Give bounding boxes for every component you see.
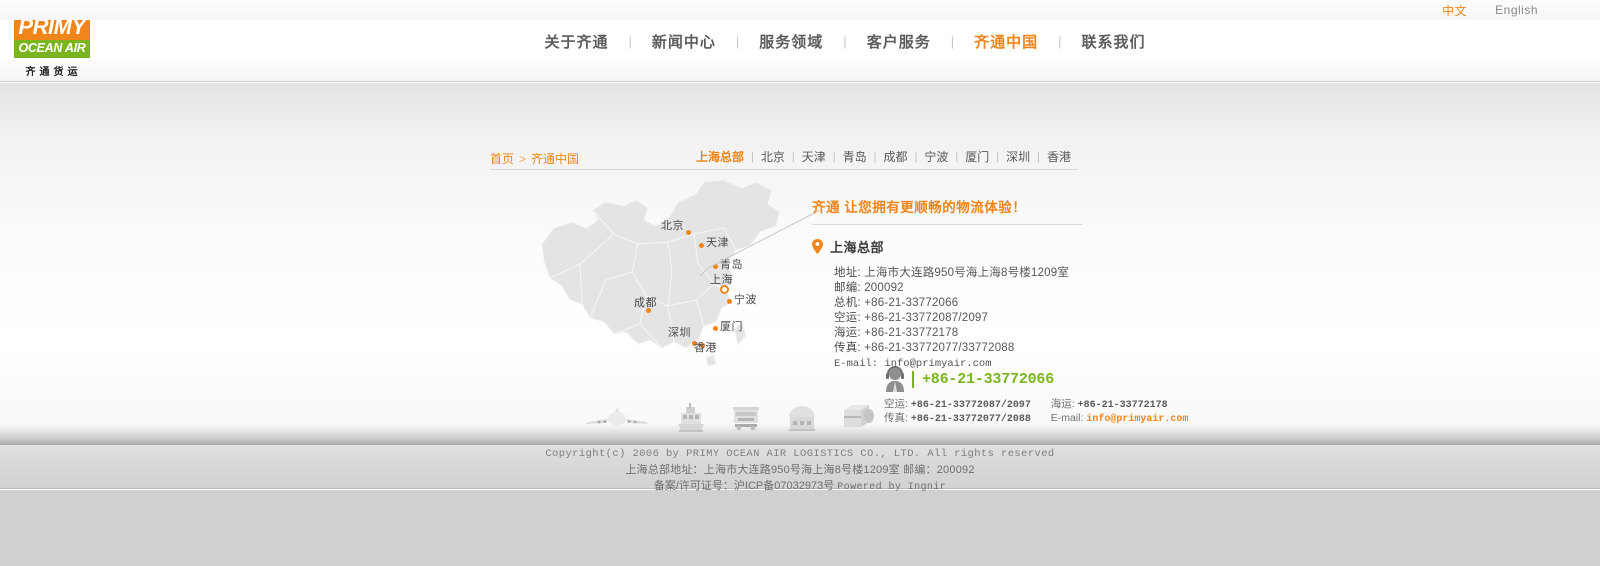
office-row-postcode-value: 200092 — [864, 282, 904, 294]
slogan-text: 齐通 让您拥有更顺畅的物流体验！ — [812, 196, 1082, 225]
language-bar: 中文 English — [0, 0, 1600, 20]
city-tab-xiamen[interactable]: 厦门 — [958, 148, 996, 165]
hotline-row-fax-email: 传真: +86-21-33772077/2088 E-mail: info@pr… — [884, 412, 1188, 426]
office-row-switchboard-value: +86-21-33772066 — [864, 297, 959, 309]
city-tab-shenzhen[interactable]: 深圳 — [999, 148, 1037, 165]
page-root: PRIMY OCEAN AIR 齐通货运 关于齐通 | 新闻中心 | 服务领域 … — [0, 0, 1600, 566]
hotline-row-air-sea: 空运: +86-21-33772087/2097 海运: +86-21-3377… — [884, 398, 1168, 412]
city-tab-hongkong[interactable]: 香港 — [1040, 148, 1078, 165]
office-info-panel: 齐通 让您拥有更顺畅的物流体验！ 上海总部 地址: 上海市大连路950号海上海8… — [812, 196, 1082, 372]
warehouse-icon — [788, 406, 815, 431]
office-row-sea-value: +86-21-33772178 — [864, 327, 959, 339]
map-marker-tianjin[interactable] — [699, 243, 704, 248]
nav-separator: | — [735, 33, 740, 49]
location-pin-icon — [812, 239, 823, 254]
nav-item-news[interactable]: 新闻中心 — [638, 31, 730, 52]
footer: Copyright(c) 2006 by PRIMY OCEAN AIR LOG… — [0, 446, 1600, 496]
city-tab-beijing[interactable]: 北京 — [754, 148, 792, 165]
hotline-fax-value: +86-21-33772077/2088 — [910, 414, 1031, 425]
city-tab-shanghai-hq[interactable]: 上海总部 — [689, 148, 751, 165]
map-marker-beijing[interactable] — [686, 230, 691, 235]
hotline-block: +86-21-33772066 空运: +86-21-33772087/2097… — [884, 366, 1188, 426]
hotline-fax-label: 传真: — [884, 412, 908, 424]
subnav-bar: 首页 > 齐通中国 上海总部 | 北京 | 天津 | 青岛 | 成都 | 宁波 | 厦门 | 深圳… — [490, 148, 1078, 170]
map-label-qingdao: 青岛 — [720, 259, 743, 271]
breadcrumb-separator: > — [519, 152, 527, 166]
nav-item-primy-china[interactable]: 齐通中国 — [960, 31, 1052, 52]
china-map-shape — [541, 179, 781, 367]
office-row-postcode: 邮编: 200092 — [834, 281, 1082, 296]
office-row-sea: 海运: +86-21-33772178 — [834, 326, 1082, 341]
office-row-air-value: +86-21-33772087/2097 — [864, 312, 989, 324]
nav-separator: | — [1058, 33, 1062, 49]
nav-item-customer-service[interactable]: 客户服务 — [853, 31, 945, 52]
hotline-email-value[interactable]: info@primyair.com — [1086, 414, 1188, 425]
map-marker-ningbo[interactable] — [727, 299, 732, 304]
map-label-xiamen: 厦门 — [720, 321, 743, 333]
office-row-address-value: 上海市大连路950号海上海8号楼1209室 — [864, 267, 1070, 279]
office-detail-list: 地址: 上海市大连路950号海上海8号楼1209室 邮编: 200092 总机:… — [812, 266, 1082, 372]
map-label-shanghai: 上海 — [710, 274, 733, 286]
footer-copyright: Copyright(c) 2006 by PRIMY OCEAN AIR LOG… — [545, 448, 1055, 460]
office-row-fax-label: 传真: — [834, 342, 861, 354]
map-marker-qingdao[interactable] — [713, 264, 718, 269]
breadcrumb: 首页 > 齐通中国 — [490, 150, 579, 167]
office-row-sea-label: 海运: — [834, 327, 861, 339]
office-row-switchboard-label: 总机: — [834, 297, 861, 309]
hotline-sea-value: +86-21-33772178 — [1077, 400, 1168, 411]
city-tab-qingdao[interactable]: 青岛 — [836, 148, 874, 165]
office-row-address-label: 地址: — [834, 267, 861, 279]
nav-item-contact[interactable]: 联系我们 — [1068, 31, 1160, 52]
breadcrumb-current[interactable]: 齐通中国 — [531, 152, 579, 166]
language-link-chinese[interactable]: 中文 — [1442, 2, 1467, 19]
airplane-icon — [586, 407, 648, 426]
office-row-address: 地址: 上海市大连路950号海上海8号楼1209室 — [834, 266, 1082, 281]
map-marker-xiamen[interactable] — [713, 326, 718, 331]
operator-headset-icon — [886, 366, 904, 392]
map-label-beijing: 北京 — [661, 220, 684, 232]
service-icon-row — [584, 388, 874, 432]
office-header: 上海总部 — [812, 237, 1082, 256]
hotline-email-label: E-mail: — [1050, 412, 1084, 424]
hotline-header: +86-21-33772066 — [884, 366, 1144, 392]
office-row-fax: 传真: +86-21-33772077/33772088 — [834, 341, 1082, 356]
office-name: 上海总部 — [830, 240, 885, 255]
office-row-postcode-label: 邮编: — [834, 282, 861, 294]
footer-icp-number: 备案/许可证号：沪ICP备07032973号 — [653, 480, 835, 492]
office-row-fax-value: +86-21-33772077/33772088 — [864, 342, 1015, 354]
footer-icp-line: 备案/许可证号：沪ICP备07032973号 Powered by Ingnir — [0, 478, 1600, 496]
nav-separator: | — [628, 33, 632, 49]
package-icon — [844, 405, 874, 427]
hotline-air-value: +86-21-33772087/2097 — [910, 400, 1031, 411]
language-link-english[interactable]: English — [1495, 3, 1538, 17]
hotline-sea-label: 海运: — [1050, 398, 1075, 410]
nav-separator: | — [843, 33, 847, 49]
footer-band-lower — [0, 490, 1600, 566]
map-label-ningbo: 宁波 — [734, 294, 757, 306]
footer-powered-by: Powered by Ingnir — [837, 482, 947, 493]
hotline-main-number: +86-21-33772066 — [912, 370, 1054, 388]
city-tab-chengdu[interactable]: 成都 — [876, 148, 914, 165]
office-row-switchboard: 总机: +86-21-33772066 — [834, 296, 1082, 311]
nav-item-services[interactable]: 服务领域 — [745, 31, 837, 52]
breadcrumb-home[interactable]: 首页 — [490, 152, 514, 166]
china-map[interactable]: 北京 天津 青岛 上海 宁波 成都 厦门 深圳 香港 — [528, 172, 818, 372]
hotline-air-label: 空运: — [884, 398, 908, 410]
nav-item-about[interactable]: 关于齐通 — [530, 31, 622, 52]
office-row-air-label: 空运: — [834, 312, 861, 324]
map-label-tianjin: 天津 — [706, 237, 729, 249]
city-tabs: 上海总部 | 北京 | 天津 | 青岛 | 成都 | 宁波 | 厦门 | 深圳 | 香港 — [689, 148, 1078, 165]
map-label-hongkong: 香港 — [694, 342, 717, 354]
city-tab-tianjin[interactable]: 天津 — [795, 148, 833, 165]
map-label-chengdu: 成都 — [634, 297, 657, 309]
nav-separator: | — [950, 33, 955, 49]
hotline-detail-rows: 空运: +86-21-33772087/2097 海运: +86-21-3377… — [884, 398, 1188, 426]
office-row-air: 空运: +86-21-33772087/2097 — [834, 311, 1082, 326]
ship-icon — [677, 403, 704, 432]
city-tab-ningbo[interactable]: 宁波 — [917, 148, 955, 165]
footer-address: 上海总部地址：上海市大连路950号海上海8号楼1209室 邮编：200092 — [625, 464, 975, 476]
map-label-shenzhen: 深圳 — [668, 327, 691, 339]
truck-icon — [733, 407, 759, 431]
